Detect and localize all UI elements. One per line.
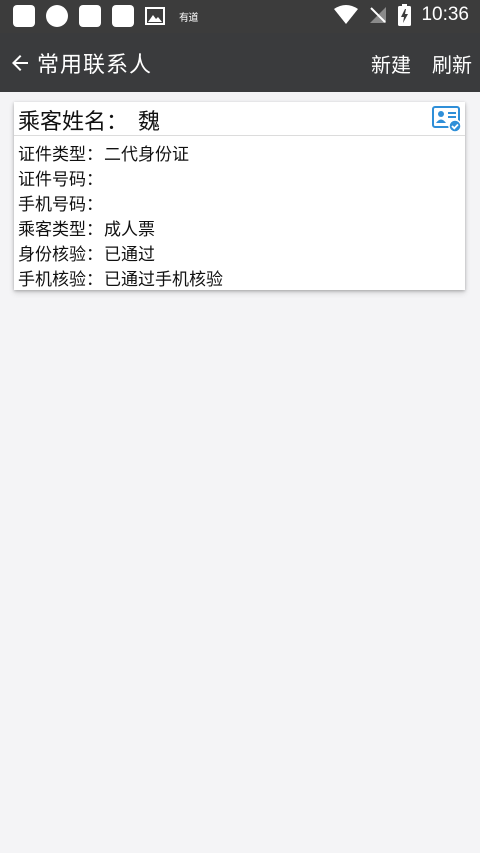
phone-number-label: 手机号码： — [18, 195, 103, 215]
passenger-type-label: 乘客类型： — [18, 220, 103, 240]
id-number-label: 证件号码： — [18, 170, 103, 190]
phone-verification-label: 手机核验： — [18, 270, 103, 290]
app-icon — [13, 5, 35, 27]
id-type-row: 证件类型：二代身份证 — [18, 140, 189, 165]
id-number-row: 证件号码： — [18, 165, 104, 190]
phone-verification-value: 已通过手机核验 — [104, 270, 223, 290]
status-bar-notifications: 有道 — [13, 5, 199, 27]
contact-card-header: 乘客姓名： 魏 — [14, 102, 465, 136]
status-bar-system: 10:36 — [334, 4, 469, 26]
identity-verification-value: 已通过 — [104, 245, 155, 265]
back-arrow-icon[interactable] — [8, 51, 32, 75]
no-signal-icon — [370, 7, 387, 23]
phone-verification-row: 手机核验：已通过手机核验 — [18, 265, 223, 290]
identity-verification-label: 身份核验： — [18, 245, 103, 265]
youdao-notification: 有道 — [179, 13, 199, 24]
app-icon — [79, 5, 101, 27]
app-icon — [112, 5, 134, 27]
passenger-type-value: 成人票 — [104, 220, 155, 240]
passenger-name-value: 魏 — [138, 110, 161, 135]
refresh-button[interactable]: 刷新 — [432, 49, 472, 78]
id-type-value: 二代身份证 — [104, 145, 189, 165]
circle-icon — [46, 5, 68, 27]
status-bar: 有道 10:36 — [0, 0, 480, 33]
passenger-type-row: 乘客类型：成人票 — [18, 215, 155, 240]
contact-card[interactable]: 乘客姓名： 魏 证件类型：二代身份证 证件号码： 手机号码： 乘客类型：成人票 … — [14, 102, 465, 290]
phone-number-row: 手机号码： — [18, 190, 104, 215]
clock: 10:36 — [421, 4, 469, 25]
identity-verification-row: 身份核验：已通过 — [18, 240, 155, 265]
id-type-label: 证件类型： — [18, 145, 103, 165]
passenger-name-label: 乘客姓名： — [18, 110, 129, 135]
new-button[interactable]: 新建 — [371, 49, 411, 78]
app-bar: 常用联系人 新建 刷新 — [0, 33, 480, 92]
image-icon — [145, 7, 165, 25]
id-card-icon[interactable] — [432, 106, 462, 133]
wifi-icon — [334, 5, 359, 24]
page-title: 常用联系人 — [37, 53, 153, 78]
battery-charging-icon — [398, 4, 412, 26]
